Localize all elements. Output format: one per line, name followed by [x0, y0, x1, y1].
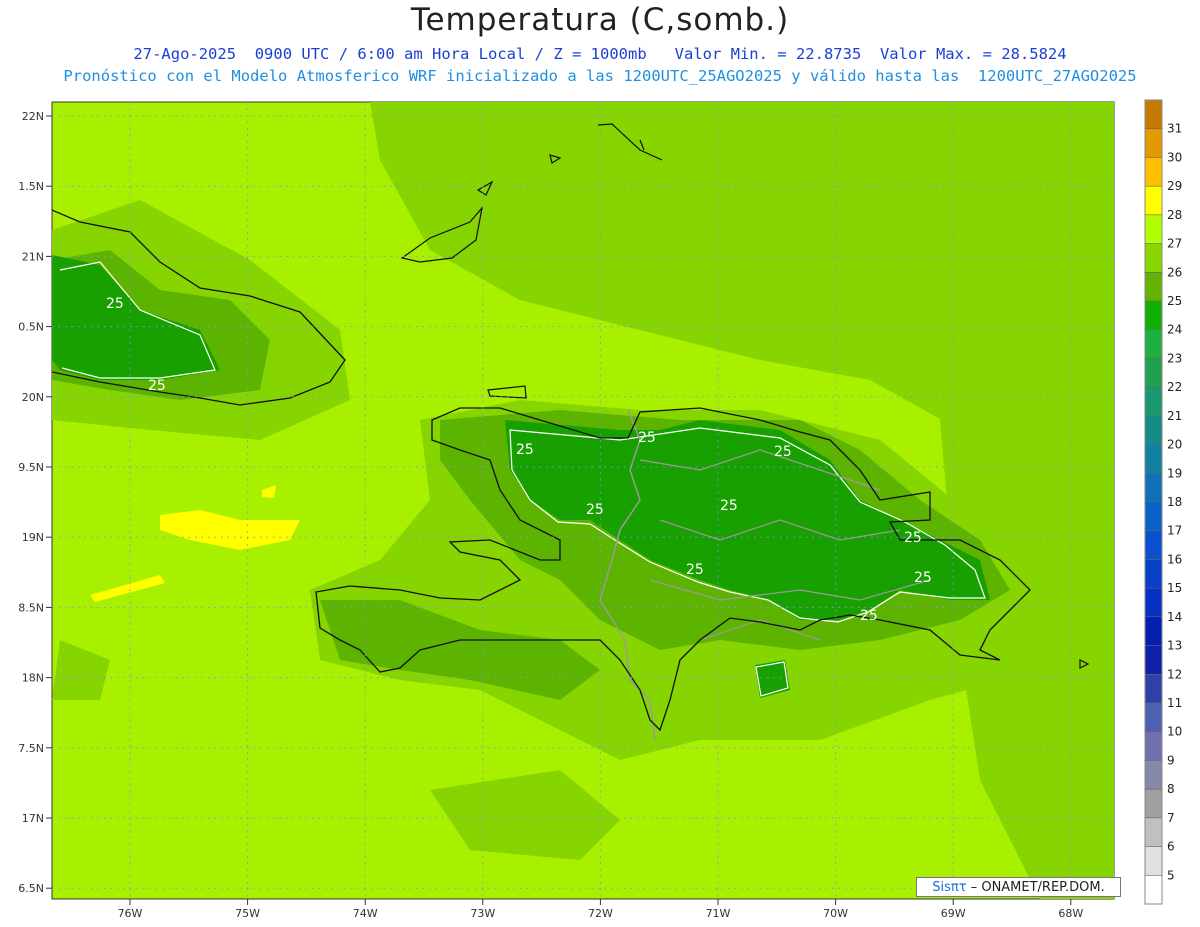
lat-tick-label: 1.5N — [18, 180, 44, 193]
colorbar-swatch — [1145, 301, 1162, 330]
lon-tick-label: 68W — [1058, 907, 1083, 920]
colorbar-label: 5 — [1167, 868, 1175, 882]
colorbar-label: 13 — [1167, 639, 1182, 653]
colorbar-label: 19 — [1167, 466, 1182, 480]
latitude-axis: 22N 1.5N 21N 0.5N 20N 9.5N 19N 8.5N 18N 7.5N 17N 6.… — [18, 110, 52, 895]
colorbar-label: 31 — [1167, 122, 1182, 136]
contour-label: 25 — [860, 608, 878, 624]
colorbar-swatch — [1145, 214, 1162, 244]
contour-label: 25 — [148, 378, 166, 394]
colorbar-swatch — [1145, 817, 1162, 847]
colorbar-swatch — [1145, 387, 1162, 416]
colorbar-label: 7 — [1167, 811, 1175, 825]
lat-tick-label: 7.5N — [18, 742, 44, 755]
contour-label: 25 — [686, 562, 704, 578]
colorbar-label: 24 — [1167, 323, 1182, 337]
colorbar-swatch — [1145, 703, 1162, 732]
credit-box: Sisπτ – ONAMET/REP.DOM. — [916, 877, 1121, 897]
lat-tick-label: 6.5N — [18, 882, 44, 895]
colorbar-label: 12 — [1167, 667, 1182, 681]
colorbar-label: 14 — [1167, 610, 1182, 624]
credit-brand: Sisπτ — [932, 880, 967, 895]
colorbar-swatch — [1145, 444, 1162, 474]
lat-tick-label: 19N — [22, 531, 44, 544]
colorbar-label: 17 — [1167, 524, 1182, 538]
lon-tick-label: 70W — [823, 907, 848, 920]
colorbar-swatch — [1145, 502, 1162, 531]
colorbar-label: 16 — [1167, 552, 1182, 566]
lon-tick-label: 69W — [941, 907, 966, 920]
lon-tick-label: 71W — [706, 907, 731, 920]
colorbar-label: 26 — [1167, 265, 1182, 279]
lon-tick-label: 73W — [470, 907, 495, 920]
colorbar-swatch — [1145, 760, 1162, 790]
contour-label: 25 — [904, 530, 922, 546]
colorbar-label: 22 — [1167, 380, 1182, 394]
colorbar-swatch — [1145, 559, 1162, 589]
lat-tick-label: 20N — [22, 391, 44, 404]
colorbar-swatch — [1145, 415, 1162, 445]
colorbar-swatch — [1145, 789, 1162, 818]
colorbar-swatch — [1145, 100, 1162, 129]
contour-label: 25 — [720, 498, 738, 514]
lat-tick-label: 18N — [22, 672, 44, 685]
colorbar-swatch — [1145, 588, 1162, 617]
contour-label: 25 — [638, 430, 656, 446]
colorbar-label: 27 — [1167, 237, 1182, 251]
colorbar-label: 6 — [1167, 840, 1175, 854]
contour-label: 25 — [586, 502, 604, 518]
colorbar-swatch — [1145, 128, 1162, 158]
contour-label: 25 — [774, 444, 792, 460]
colorbar-label: 18 — [1167, 495, 1182, 509]
contour-label: 25 — [106, 296, 124, 312]
colorbar-swatch — [1145, 243, 1162, 273]
colorbar-label: 25 — [1167, 294, 1182, 308]
colorbar-label: 28 — [1167, 208, 1182, 222]
lat-tick-label: 8.5N — [18, 601, 44, 614]
colorbar-label: 21 — [1167, 409, 1182, 423]
colorbar-swatch — [1145, 530, 1162, 560]
colorbar-label: 15 — [1167, 581, 1182, 595]
colorbar-swatch — [1145, 616, 1162, 646]
lat-tick-label: 17N — [22, 812, 44, 825]
colorbar-label: 11 — [1167, 696, 1182, 710]
colorbar-label: 23 — [1167, 351, 1182, 365]
colorbar-swatch — [1145, 645, 1162, 675]
longitude-axis: 76W 75W 74W 73W 72W 71W 70W 69W 68W — [118, 899, 1083, 920]
colorbar-swatch — [1145, 731, 1162, 761]
colorbar-label: 20 — [1167, 438, 1182, 452]
lat-tick-label: 21N — [22, 250, 44, 263]
lon-tick-label: 75W — [235, 907, 260, 920]
colorbar-label: 30 — [1167, 150, 1182, 164]
colorbar: 31 30 29 28 27 26 25 24 23 22 21 20 19 18 17 16 15 14 13 12… — [1144, 99, 1182, 905]
colorbar-swatch — [1145, 272, 1162, 301]
lat-tick-label: 0.5N — [18, 321, 44, 334]
colorbar-swatch — [1145, 157, 1162, 187]
colorbar-swatch — [1145, 875, 1162, 904]
lat-tick-label: 9.5N — [18, 461, 44, 474]
lon-tick-label: 76W — [118, 907, 143, 920]
contour-label: 25 — [914, 570, 932, 586]
colorbar-label: 9 — [1167, 753, 1175, 767]
colorbar-swatch — [1145, 329, 1162, 359]
colorbar-swatch — [1145, 674, 1162, 703]
contour-label: 25 — [516, 442, 534, 458]
colorbar-swatch — [1145, 473, 1162, 502]
map-canvas: 22N 1.5N 21N 0.5N 20N 9.5N 19N 8.5N 18N 7.5N 17N 6.… — [18, 99, 1182, 920]
colorbar-label: 8 — [1167, 782, 1175, 796]
lat-tick-label: 22N — [22, 110, 44, 123]
lon-tick-label: 74W — [353, 907, 378, 920]
colorbar-label: 29 — [1167, 179, 1182, 193]
colorbar-swatch — [1145, 186, 1162, 215]
credit-text: – ONAMET/REP.DOM. — [970, 880, 1105, 895]
lon-tick-label: 72W — [588, 907, 613, 920]
colorbar-label: 10 — [1167, 725, 1182, 739]
colorbar-swatch — [1145, 846, 1162, 876]
colorbar-swatch — [1145, 358, 1162, 388]
